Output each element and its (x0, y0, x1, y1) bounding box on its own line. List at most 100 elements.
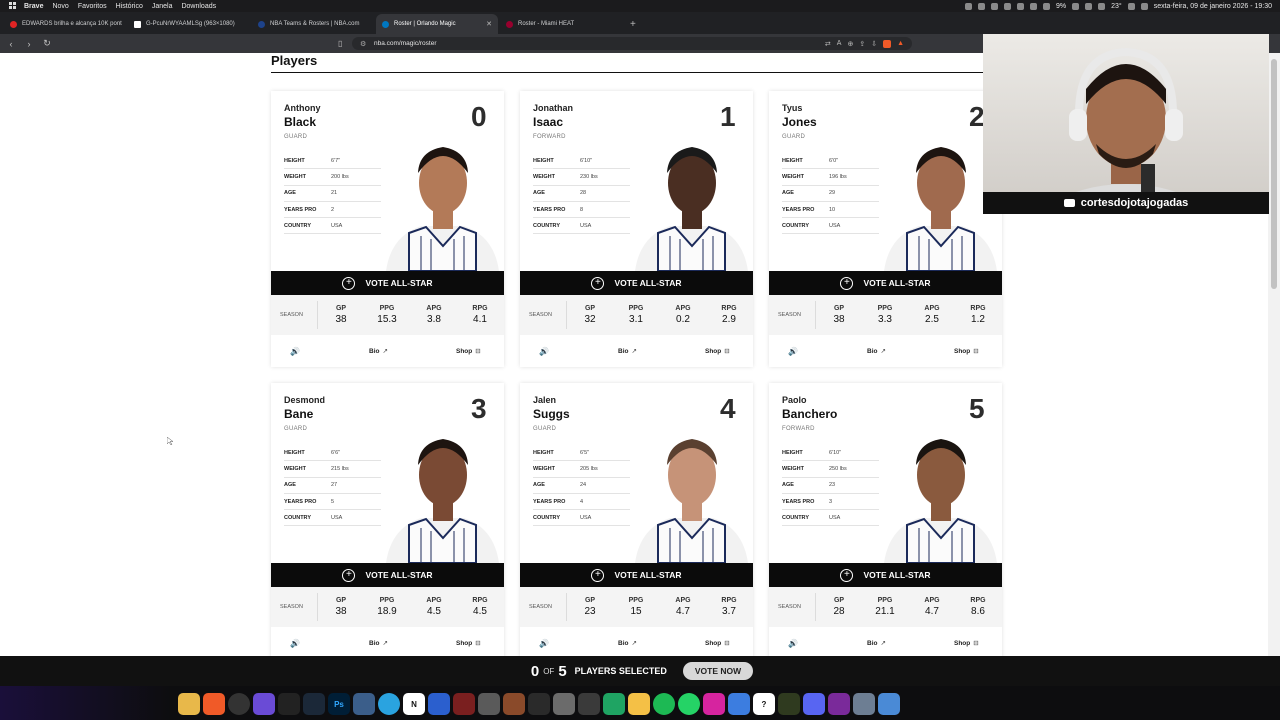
player-card[interactable]: Anthony Black GUARD 0 HEIGHT 6'7" WEIGHT 200 lb… (271, 91, 504, 367)
reader-icon[interactable]: A (837, 40, 842, 48)
page-scrollbar[interactable] (1268, 53, 1280, 656)
tray-icon[interactable] (1003, 2, 1011, 10)
menu-item-favoritos[interactable]: Favoritos (78, 3, 107, 10)
obs-icon[interactable] (228, 693, 250, 715)
bio-link[interactable]: Bio ↗ (369, 639, 388, 647)
address-url[interactable]: nba.com/magic/roster (374, 40, 437, 47)
notion-icon[interactable]: N (403, 693, 425, 715)
vote-now-button[interactable]: VOTE NOW (682, 662, 754, 680)
zoom-icon[interactable]: ⊕ (847, 40, 853, 48)
app-icon[interactable] (253, 693, 275, 715)
speaker-icon[interactable]: 🔊 (290, 347, 300, 356)
reload-icon[interactable]: ↻ (40, 38, 54, 49)
app-grid-icon[interactable] (8, 2, 18, 10)
player-first-name[interactable]: Jonathan (533, 103, 573, 113)
game-icon[interactable] (528, 693, 550, 715)
shop-link[interactable]: Shop ⊟ (456, 639, 481, 647)
game-icon[interactable] (453, 693, 475, 715)
shop-link[interactable]: Shop ⊟ (954, 639, 979, 647)
player-first-name[interactable]: Jalen (533, 395, 556, 405)
vote-all-star-button[interactable]: + VOTE ALL-STAR (769, 271, 1002, 295)
whatsapp-icon[interactable] (678, 693, 700, 715)
player-first-name[interactable]: Paolo (782, 395, 807, 405)
instagram-icon[interactable] (703, 693, 725, 715)
bio-link[interactable]: Bio ↗ (369, 347, 388, 355)
app-icon[interactable] (778, 693, 800, 715)
settings-icon[interactable] (853, 693, 875, 715)
brave-shield-icon[interactable] (883, 39, 892, 48)
browser-tab[interactable]: EDWARDS brilha e alcança 10K pont (4, 14, 126, 34)
battery-icon[interactable] (1072, 2, 1080, 10)
download-icon[interactable]: ⇩ (871, 40, 877, 48)
search-icon[interactable] (1127, 2, 1135, 10)
telegram-icon[interactable] (378, 693, 400, 715)
vote-all-star-button[interactable]: + VOTE ALL-STAR (520, 563, 753, 587)
tray-icon[interactable] (1016, 2, 1024, 10)
player-card[interactable]: Jalen Suggs GUARD 4 HEIGHT 6'5" WEIGHT 205 lbs A… (520, 383, 753, 656)
app-icon[interactable] (878, 693, 900, 715)
tray-icon[interactable] (990, 2, 998, 10)
browser-tab[interactable]: NBA Teams & Rosters | NBA.com (252, 14, 374, 34)
browser-tab[interactable]: Roster - Miami HEAT (500, 14, 622, 34)
tray-icon[interactable] (964, 2, 972, 10)
forward-icon[interactable]: › (22, 39, 36, 49)
player-first-name[interactable]: Anthony (284, 103, 321, 113)
player-last-name[interactable]: Black (284, 115, 316, 129)
battery-level[interactable]: 9% (1056, 3, 1066, 10)
site-info-icon[interactable]: ⚙ (360, 40, 366, 48)
shop-link[interactable]: Shop ⊟ (705, 639, 730, 647)
menu-item-historico[interactable]: Histórico (116, 3, 143, 10)
shop-link[interactable]: Shop ⊟ (705, 347, 730, 355)
player-card[interactable]: Tyus Jones GUARD 2 HEIGHT 6'0" WEIGHT 196 lbs AG… (769, 91, 1002, 367)
vote-all-star-button[interactable]: + VOTE ALL-STAR (769, 563, 1002, 587)
game-icon[interactable] (478, 693, 500, 715)
notes-icon[interactable] (728, 693, 750, 715)
rewards-icon[interactable]: ▲ (897, 40, 904, 48)
wifi-icon[interactable] (1085, 2, 1093, 10)
control-center-icon[interactable] (1140, 2, 1148, 10)
tray-icon[interactable] (1042, 2, 1050, 10)
menu-item-novo[interactable]: Novo (52, 3, 68, 10)
steam-icon[interactable] (303, 693, 325, 715)
speaker-icon[interactable]: 🔊 (290, 639, 300, 648)
menu-app-name[interactable]: Brave (24, 3, 43, 10)
speaker-icon[interactable]: 🔊 (539, 347, 549, 356)
new-tab-icon[interactable]: + (630, 14, 636, 34)
speaker-icon[interactable]: 🔊 (788, 639, 798, 648)
shop-link[interactable]: Shop ⊟ (954, 347, 979, 355)
player-last-name[interactable]: Jones (782, 115, 817, 129)
menu-item-downloads[interactable]: Downloads (181, 3, 216, 10)
player-last-name[interactable]: Isaac (533, 115, 563, 129)
photoshop-icon[interactable]: Ps (328, 693, 350, 715)
tray-icon[interactable] (977, 2, 985, 10)
shop-link[interactable]: Shop ⊟ (456, 347, 481, 355)
app-icon[interactable] (828, 693, 850, 715)
game-icon[interactable] (503, 693, 525, 715)
player-first-name[interactable]: Tyus (782, 103, 802, 113)
vote-all-star-button[interactable]: + VOTE ALL-STAR (271, 563, 504, 587)
player-last-name[interactable]: Banchero (782, 407, 837, 421)
spotify-icon[interactable] (653, 693, 675, 715)
folder-icon[interactable] (628, 693, 650, 715)
volume-icon[interactable] (1098, 2, 1106, 10)
player-card[interactable]: Paolo Banchero FORWARD 5 HEIGHT 6'10" WEIGHT 25… (769, 383, 1002, 656)
bio-link[interactable]: Bio ↗ (867, 347, 886, 355)
game-icon[interactable] (553, 693, 575, 715)
vote-all-star-button[interactable]: + VOTE ALL-STAR (271, 271, 504, 295)
close-tab-icon[interactable]: ✕ (486, 20, 492, 28)
player-last-name[interactable]: Bane (284, 407, 313, 421)
tray-icon[interactable] (1029, 2, 1037, 10)
weather-temp[interactable]: 23° (1111, 3, 1122, 10)
discord-icon[interactable] (803, 693, 825, 715)
browser-tab[interactable]: G-PcuNrWYAAMLSg (963×1080) (128, 14, 250, 34)
game-icon[interactable] (578, 693, 600, 715)
translate-icon[interactable]: ⇄ (825, 40, 831, 48)
back-icon[interactable]: ‹ (4, 39, 18, 49)
speaker-icon[interactable]: 🔊 (788, 347, 798, 356)
share-icon[interactable]: ⇪ (859, 40, 865, 48)
vote-all-star-button[interactable]: + VOTE ALL-STAR (520, 271, 753, 295)
player-card[interactable]: Jonathan Isaac FORWARD 1 HEIGHT 6'10" WEIGHT 23… (520, 91, 753, 367)
browser-tab-active[interactable]: Roster | Orlando Magic ✕ (376, 14, 498, 34)
player-first-name[interactable]: Desmond (284, 395, 325, 405)
bookmark-icon[interactable]: ▯ (338, 39, 342, 48)
